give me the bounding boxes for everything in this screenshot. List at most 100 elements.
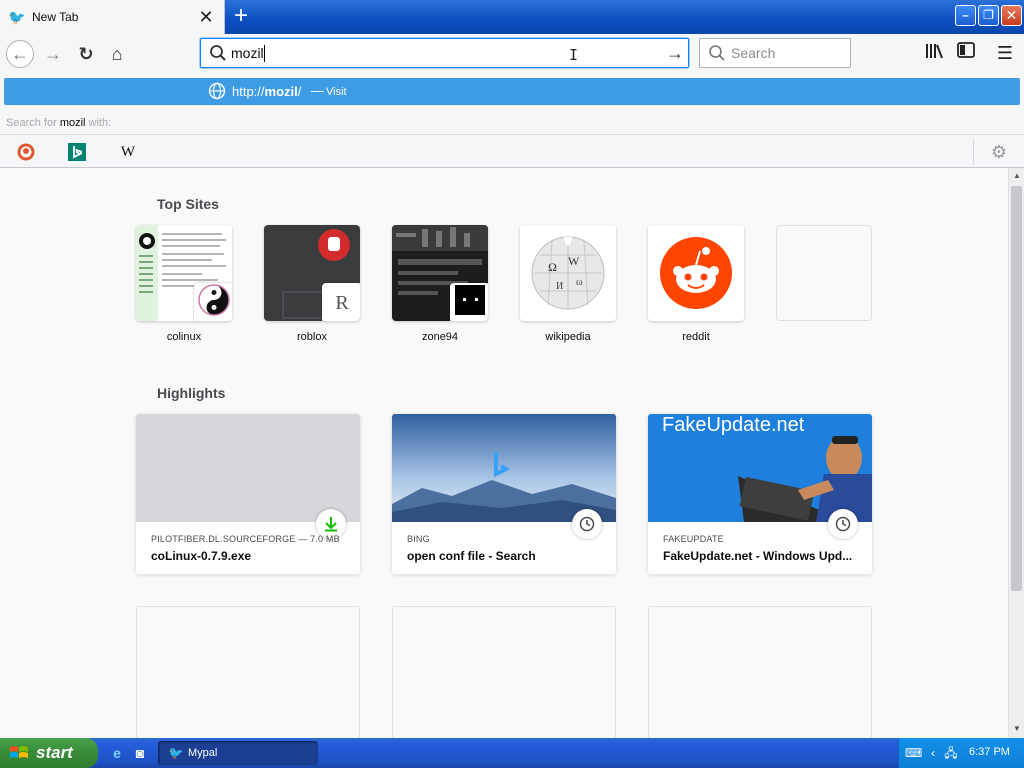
suggestion-url: http://mozil/ bbox=[232, 84, 301, 99]
home-button[interactable]: ⌂ bbox=[103, 40, 131, 68]
taskbar-button-mypal[interactable]: 🐦 Mypal bbox=[158, 741, 318, 765]
reload-button[interactable]: ↻ bbox=[72, 40, 100, 68]
forward-button[interactable]: → bbox=[39, 40, 67, 68]
chevron-left-icon[interactable]: ‹ bbox=[925, 745, 941, 761]
close-window-button[interactable]: ✕ bbox=[1001, 5, 1022, 26]
one-off-search-engines: W ⚙ bbox=[0, 134, 1024, 168]
svg-text:ω: ω bbox=[576, 277, 583, 288]
minimize-button[interactable]: – bbox=[955, 5, 976, 26]
search-icon bbox=[709, 45, 725, 61]
top-site-thumbnail: R bbox=[264, 225, 360, 321]
top-site-thumbnail bbox=[392, 225, 488, 321]
start-label: start bbox=[36, 743, 73, 762]
scroll-up-arrow-icon[interactable]: ▲ bbox=[1010, 169, 1024, 183]
top-site-zone94[interactable]: zone94 bbox=[392, 225, 488, 343]
url-bar[interactable]: → I bbox=[200, 38, 689, 68]
ibeam-cursor-icon: I bbox=[569, 46, 579, 64]
mypal-favicon-icon: 🐦 bbox=[8, 9, 26, 25]
windows-flag-icon bbox=[10, 746, 28, 758]
search-with-label: Search for mozil with: bbox=[6, 117, 111, 129]
highlight-placeholder bbox=[392, 606, 616, 738]
back-button[interactable]: ← bbox=[6, 40, 34, 68]
highlight-thumbnail bbox=[136, 414, 360, 522]
top-site-placeholder bbox=[776, 225, 872, 321]
bing-mountain-image bbox=[392, 414, 616, 522]
library-icon[interactable] bbox=[923, 42, 945, 64]
top-site-label: colinux bbox=[166, 331, 202, 343]
roblox-favicon: R bbox=[322, 283, 360, 321]
vertical-scrollbar[interactable]: ▲ ▼ bbox=[1008, 168, 1024, 738]
suggestion-url-suffix: / bbox=[297, 84, 302, 99]
internet-explorer-icon[interactable]: e bbox=[108, 744, 126, 762]
top-site-label: wikipedia bbox=[545, 331, 591, 343]
close-tab-icon[interactable]: ✕ bbox=[196, 7, 216, 27]
top-site-thumbnail bbox=[648, 225, 744, 321]
highlight-source: PILOTFIBER.DL.SOURCEFORGE — 7.0 MB bbox=[151, 534, 340, 544]
scroll-thumb[interactable] bbox=[1011, 186, 1022, 591]
url-input[interactable] bbox=[231, 43, 651, 63]
search-icon bbox=[210, 45, 226, 61]
engine-separator bbox=[973, 139, 974, 165]
highlight-thumbnail: FakeUpdate.net bbox=[648, 414, 872, 522]
top-site-wikipedia[interactable]: Ω W И ω wikipedia bbox=[520, 225, 616, 343]
system-tray: ⌨ ‹ 🖧 6:37 PM bbox=[898, 738, 1024, 768]
title-bar: 🐦 New Tab ✕ + – ❐ ✕ bbox=[0, 0, 1024, 34]
wikipedia-icon[interactable]: W bbox=[118, 142, 138, 162]
highlight-card-colinux-download[interactable]: PILOTFIBER.DL.SOURCEFORGE — 7.0 MB coLin… bbox=[136, 414, 360, 574]
maximize-button[interactable]: ❐ bbox=[978, 5, 999, 26]
tab-new-tab[interactable]: 🐦 New Tab ✕ bbox=[0, 0, 225, 34]
search-input[interactable] bbox=[731, 44, 843, 62]
scroll-down-arrow-icon[interactable]: ▼ bbox=[1010, 722, 1024, 736]
highlight-title: coLinux-0.7.9.exe bbox=[151, 549, 252, 563]
top-sites-title: Top Sites bbox=[157, 196, 219, 212]
wikipedia-globe-icon: Ω W И ω bbox=[520, 225, 616, 321]
go-arrow-icon[interactable]: → bbox=[664, 42, 686, 64]
highlight-card-bing[interactable]: BING open conf file - Search bbox=[392, 414, 616, 574]
search-bar[interactable] bbox=[699, 38, 851, 68]
top-site-thumbnail bbox=[136, 225, 232, 321]
new-tab-page: Top Sites colinux R roblox zone94 Ω W И … bbox=[0, 168, 1008, 738]
new-tab-button[interactable]: + bbox=[229, 4, 253, 29]
sidebar-icon[interactable] bbox=[955, 42, 977, 64]
highlights-title: Highlights bbox=[157, 385, 226, 401]
history-clock-icon bbox=[572, 509, 602, 539]
search-with-after: with: bbox=[85, 117, 112, 129]
suggestion-action: Visit bbox=[326, 86, 347, 98]
svg-text:И: И bbox=[556, 281, 563, 292]
gear-icon[interactable]: ⚙ bbox=[989, 142, 1009, 162]
zone94-favicon bbox=[450, 283, 488, 321]
top-site-empty[interactable] bbox=[776, 225, 872, 331]
start-button[interactable]: start bbox=[0, 738, 98, 768]
top-site-label: roblox bbox=[297, 331, 327, 343]
highlight-card-fakeupdate[interactable]: FakeUpdate.net FAKEUPDATE FakeUpdate.net… bbox=[648, 414, 872, 574]
network-icon[interactable]: 🖧 bbox=[943, 745, 959, 761]
top-site-colinux[interactable]: colinux bbox=[136, 225, 232, 343]
suggestion-url-prefix: http:// bbox=[232, 84, 265, 99]
hamburger-menu-icon[interactable]: ☰ bbox=[994, 42, 1016, 64]
highlight-placeholder bbox=[136, 606, 360, 738]
history-clock-icon bbox=[828, 509, 858, 539]
fakeupdate-photo bbox=[738, 436, 872, 522]
text-caret bbox=[264, 45, 265, 62]
clock: 6:37 PM bbox=[969, 746, 1010, 758]
highlight-title: open conf file - Search bbox=[407, 549, 536, 563]
highlight-title: FakeUpdate.net - Windows Upd... bbox=[663, 549, 853, 563]
duckduckgo-icon[interactable] bbox=[16, 142, 36, 162]
quick-launch-icon[interactable]: ◙ bbox=[131, 744, 149, 762]
taskbar-button-label: Mypal bbox=[188, 747, 218, 759]
keyboard-icon[interactable]: ⌨ bbox=[905, 745, 922, 761]
bing-icon[interactable] bbox=[67, 142, 87, 162]
top-site-roblox[interactable]: R roblox bbox=[264, 225, 360, 343]
svg-text:W: W bbox=[568, 254, 580, 268]
windows-taskbar: start e ◙ 🐦 Mypal ⌨ ‹ 🖧 6:37 PM bbox=[0, 738, 1024, 768]
reddit-logo-icon bbox=[648, 225, 744, 321]
top-site-label: reddit bbox=[682, 331, 710, 343]
top-site-reddit[interactable]: reddit bbox=[648, 225, 744, 343]
globe-icon bbox=[208, 82, 226, 100]
highlight-source: FAKEUPDATE bbox=[663, 534, 724, 544]
top-site-thumbnail: Ω W И ω bbox=[520, 225, 616, 321]
svg-text:Ω: Ω bbox=[548, 260, 557, 274]
suggestion-visit-row[interactable]: http://mozil/ — Visit bbox=[4, 78, 1020, 105]
navigation-toolbar: ← → ↻ ⌂ → I ☰ bbox=[0, 34, 1024, 72]
suggestion-separator: — bbox=[311, 83, 324, 98]
